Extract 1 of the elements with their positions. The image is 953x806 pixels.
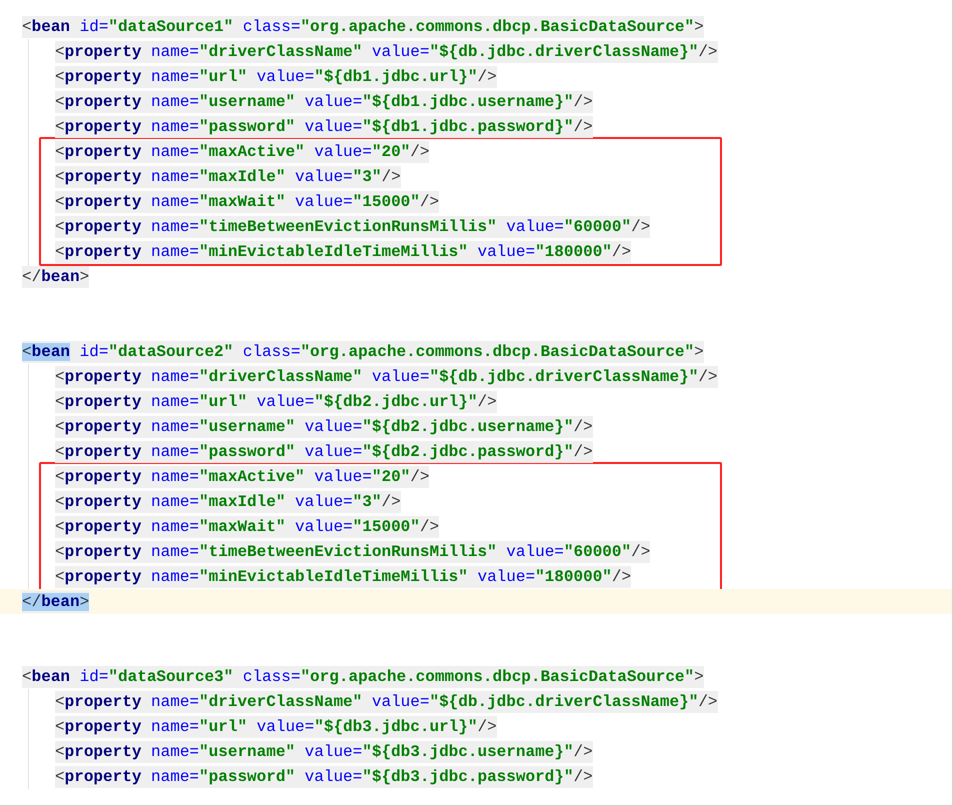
code-line: </bean> bbox=[22, 590, 90, 612]
